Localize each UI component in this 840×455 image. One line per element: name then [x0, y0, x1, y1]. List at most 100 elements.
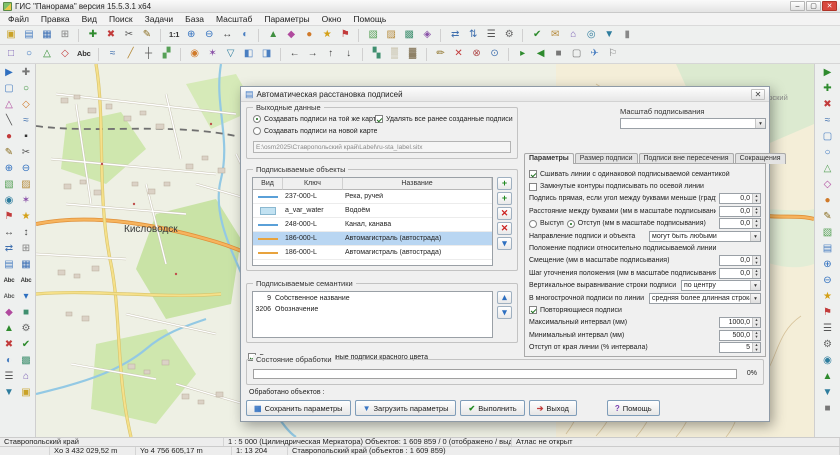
toolbar1-add-icon[interactable]: ✚ [84, 27, 102, 43]
toolbar1-new-icon[interactable]: ▣ [2, 27, 20, 43]
right-panel-zoom-out-icon[interactable]: ⊖ [819, 273, 837, 289]
left-panel-cut-icon[interactable]: ✂ [18, 145, 35, 161]
right-panel-zoom-in-icon[interactable]: ⊕ [819, 257, 837, 273]
toolbar2-fly-icon[interactable]: ✈ [586, 46, 604, 62]
right-panel-up-icon[interactable]: ▲ [819, 369, 837, 385]
left-panel-select-arrow-icon[interactable]: ▶ [1, 65, 18, 81]
spinner-arrows-icon[interactable]: ▴▾ [752, 318, 760, 327]
left-panel-sheet-icon[interactable]: ▤ [1, 257, 18, 273]
menu-help[interactable]: Помощь [347, 13, 392, 25]
right-panel-list-icon[interactable]: ☰ [819, 321, 837, 337]
toolbar2-arrow-down-icon[interactable]: ↓ [340, 46, 358, 62]
offset-spinner[interactable]: 0,0▴▾ [719, 255, 761, 266]
toolbar1-favorites-icon[interactable]: ★ [318, 27, 336, 43]
right-panel-wave-icon[interactable]: ≈ [819, 113, 837, 129]
left-panel-hatch-icon[interactable]: ▧ [1, 177, 18, 193]
toolbar2-arrow-right-icon[interactable]: → [304, 46, 322, 62]
indent-spinner[interactable]: 0,0▴▾ [719, 218, 761, 229]
valign-combo[interactable]: по центру▾ [681, 280, 761, 291]
left-panel-swap-icon[interactable]: ⇄ [1, 241, 18, 257]
left-panel-zoom-out-icon[interactable]: ⊖ [18, 161, 35, 177]
toolbar2-back-icon[interactable]: ◀ [532, 46, 550, 62]
left-panel-settings-icon[interactable]: ⚙ [18, 321, 35, 337]
min-interval-spinner[interactable]: 500,0▴▾ [719, 330, 761, 341]
toolbar2-shade-dark-icon[interactable]: ▓ [404, 46, 422, 62]
direction-combo[interactable]: могут быть любыми▾ [649, 231, 761, 242]
right-panel-dot-icon[interactable]: ● [819, 193, 837, 209]
objects-table[interactable]: Вид Ключ Название 237-000-L Река, ручей … [252, 177, 493, 266]
left-panel-v-move-icon[interactable]: ↕ [18, 225, 35, 241]
right-panel-edit-icon[interactable]: ✎ [819, 209, 837, 225]
list-item[interactable]: 9 Собственное название [253, 293, 492, 304]
toolbar2-half-right-icon[interactable]: ◨ [258, 46, 276, 62]
toolbar2-remove-node-icon[interactable]: ⊗ [468, 46, 486, 62]
toolbar2-flag-empty-icon[interactable]: ⚐ [604, 46, 622, 62]
left-panel-apply-icon[interactable]: ✔ [18, 337, 35, 353]
toolbar1-swap-icon[interactable]: ⇄ [446, 27, 464, 43]
semantics-list[interactable]: 9 Собственное название 3206 Обозначение [252, 291, 493, 338]
toolbar2-triangle-tool-icon[interactable]: △ [38, 46, 56, 62]
minimize-button[interactable]: – [790, 1, 805, 11]
toolbar2-node-icon[interactable]: ◉ [186, 46, 204, 62]
multiline-combo[interactable]: средняя более длинная строка▾ [649, 293, 761, 304]
left-panel-wave-icon[interactable]: ≈ [18, 113, 35, 129]
execute-button[interactable]: ✔Выполнить [460, 400, 524, 416]
chevron-down-icon[interactable]: ▾ [755, 119, 765, 128]
menu-view[interactable]: Вид [76, 13, 103, 25]
toolbar2-arrow-up-icon[interactable]: ↑ [322, 46, 340, 62]
spinner-arrows-icon[interactable]: ▴▾ [752, 219, 760, 228]
right-panel-settings-icon[interactable]: ⚙ [819, 337, 837, 353]
spinner-arrows-icon[interactable]: ▴▾ [752, 194, 760, 203]
table-row[interactable]: a_var_water Водоём [253, 204, 492, 218]
add-all-objects-button[interactable]: + [497, 192, 512, 205]
toolbar1-point-icon[interactable]: ● [300, 27, 318, 43]
toolbar1-flag-icon[interactable]: ⚑ [336, 27, 354, 43]
toolbar2-rect-tool-icon[interactable]: □ [2, 46, 20, 62]
checkbox-delete-old-labels[interactable] [375, 115, 383, 123]
left-panel-label-abc-2-icon[interactable]: Abc [18, 273, 35, 289]
right-panel-stop-icon[interactable]: ■ [819, 401, 837, 417]
left-panel-star-icon[interactable]: ✶ [18, 193, 35, 209]
toolbar2-shade-light-icon[interactable]: ▒ [386, 46, 404, 62]
radio-same-map[interactable] [253, 115, 261, 123]
toolbar1-edit-icon[interactable]: ✎ [138, 27, 156, 43]
table-row-selected[interactable]: 186-000-L Автомагистраль (автострада) [253, 232, 492, 246]
left-panel-diamond-icon[interactable]: ◆ [1, 305, 18, 321]
straight-angle-spinner[interactable]: 0,0▴▾ [719, 193, 761, 204]
table-row[interactable]: 248-000-L Канал, канава [253, 218, 492, 232]
tab-parameters[interactable]: Параметры [524, 153, 574, 164]
menu-tasks[interactable]: Задачи [139, 13, 180, 25]
left-panel-fill-icon[interactable]: ▨ [18, 177, 35, 193]
toolbar2-star-tool-icon[interactable]: ✶ [204, 46, 222, 62]
close-button[interactable]: ✕ [822, 1, 837, 11]
radio-new-map[interactable] [253, 127, 261, 135]
toolbar1-view-split-icon[interactable]: ◐ [236, 27, 254, 43]
left-panel-zoom-in-icon[interactable]: ⊕ [1, 161, 18, 177]
toolbar1-zoom-out-icon[interactable]: ⊖ [200, 27, 218, 43]
left-panel-delete-icon[interactable]: ✖ [1, 337, 18, 353]
dialog-close-icon[interactable]: ✕ [751, 89, 765, 100]
toolbar1-bar-icon[interactable]: ▮ [618, 27, 636, 43]
left-panel-rhomb-icon[interactable]: ◇ [18, 97, 35, 113]
checkbox-stitch-lines[interactable] [529, 170, 537, 178]
save-parameters-button[interactable]: ▦Сохранить параметры [246, 400, 351, 416]
left-panel-crosshair-icon[interactable]: ✚ [18, 65, 35, 81]
toolbar1-diamond-icon[interactable]: ◈ [418, 27, 436, 43]
toolbar2-play-icon[interactable]: ▸ [514, 46, 532, 62]
load-parameters-button[interactable]: ▼Загрузить параметры [355, 400, 457, 416]
menu-file[interactable]: Файл [2, 13, 35, 25]
spinner-arrows-icon[interactable]: ▴▾ [752, 269, 760, 278]
spinner-arrows-icon[interactable]: ▴▾ [752, 331, 760, 340]
right-panel-flag-icon[interactable]: ⚑ [819, 305, 837, 321]
add-object-button[interactable]: + [497, 177, 512, 190]
toolbar2-pencil-icon[interactable]: ✏ [432, 46, 450, 62]
left-panel-line-icon[interactable]: ╲ [1, 113, 18, 129]
toolbar1-fill-icon[interactable]: ▨ [382, 27, 400, 43]
toolbar1-select-object-icon[interactable]: ◆ [282, 27, 300, 43]
chevron-down-icon[interactable]: ▾ [750, 281, 760, 290]
toolbar1-target-icon[interactable]: ◎ [582, 27, 600, 43]
toolbar2-line-tool-icon[interactable]: ╱ [122, 46, 140, 62]
right-panel-hatch-icon[interactable]: ▧ [819, 225, 837, 241]
toolbar2-pattern-icon[interactable]: ▞ [158, 46, 176, 62]
toolbar1-cut-icon[interactable]: ✂ [120, 27, 138, 43]
